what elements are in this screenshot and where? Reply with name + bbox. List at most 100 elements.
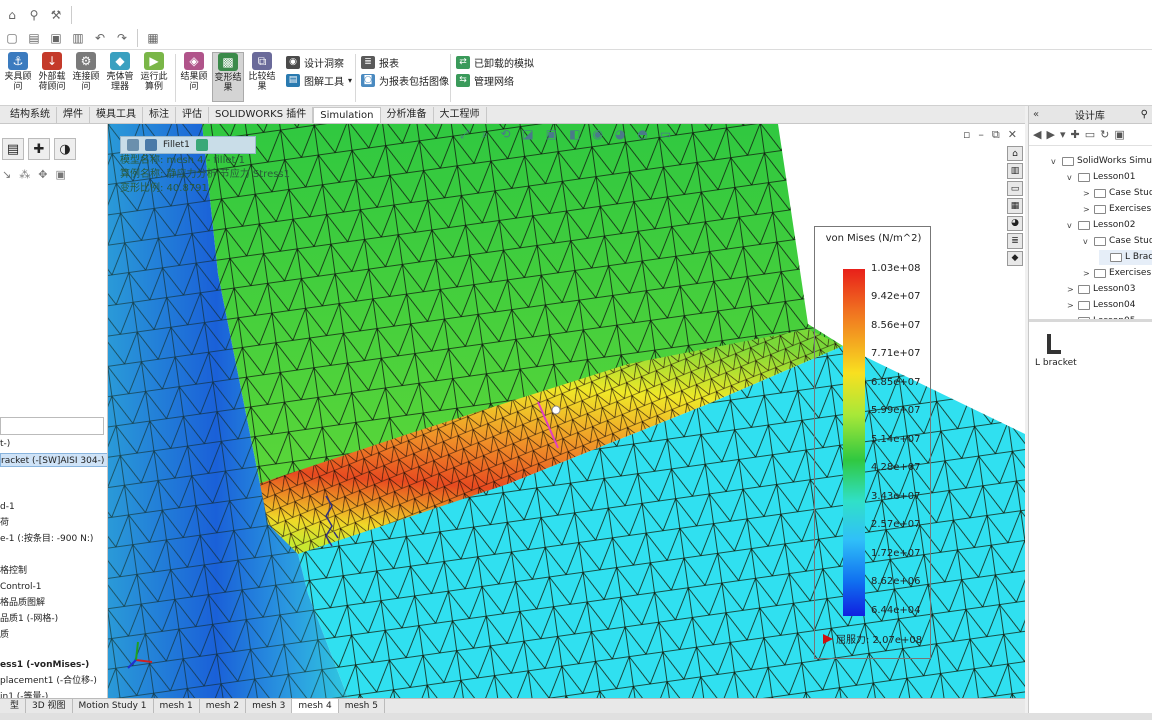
- toggle-icon[interactable]: v: [1067, 170, 1075, 185]
- tree-node[interactable]: 荷: [0, 516, 9, 530]
- tree-node[interactable]: d-1: [0, 500, 15, 514]
- forward-icon[interactable]: ▶: [1046, 128, 1054, 141]
- tab-structure-system[interactable]: 结构系统: [4, 107, 57, 123]
- connection-advisor-button[interactable]: ⚙ 连接顾问: [70, 52, 102, 102]
- design-library-icon[interactable]: ▦: [1007, 198, 1023, 214]
- tree-node[interactable]: 格品质图解: [0, 596, 45, 610]
- tree-node[interactable]: > Lesson03: [1067, 282, 1135, 297]
- manage-network-button[interactable]: ⇆ 管理网络: [456, 72, 514, 88]
- tree-node-displacement[interactable]: placement1 (-合位移-): [0, 674, 97, 688]
- deformed-result-button[interactable]: ▩ 变形结果: [212, 52, 244, 102]
- tab-mesh-1[interactable]: mesh 1: [154, 699, 200, 713]
- options-icon[interactable]: ⚒: [46, 6, 66, 24]
- tab-markup[interactable]: 标注: [143, 107, 176, 123]
- toggle-icon[interactable]: v: [1051, 154, 1059, 169]
- display-style-icon[interactable]: ◧: [569, 127, 580, 142]
- tree-node-stress[interactable]: ess1 (-vonMises-): [0, 658, 89, 672]
- save-icon[interactable]: ▣: [46, 29, 66, 47]
- tab-evaluate[interactable]: 评估: [176, 107, 209, 123]
- property-manager-icon[interactable]: ▤: [2, 138, 24, 160]
- tab-motion-study[interactable]: Motion Study 1: [73, 699, 154, 713]
- fixture-advisor-button[interactable]: ⚓ 夹具顾问: [2, 52, 34, 102]
- toggle-icon[interactable]: >: [1083, 186, 1091, 201]
- redo-icon[interactable]: ↷: [112, 29, 132, 47]
- toggle-icon[interactable]: >: [1083, 202, 1091, 217]
- filter-icon[interactable]: ▣: [55, 168, 65, 186]
- toggle-icon[interactable]: >: [1083, 266, 1091, 281]
- probe-point[interactable]: [551, 405, 561, 415]
- tree-node-force[interactable]: e-1 (:按条目: -900 N:): [0, 532, 93, 546]
- results-advisor-button[interactable]: ◈ 结果顾问: [178, 52, 210, 102]
- offloaded-simulation-button[interactable]: ⇄ 已卸载的模拟: [456, 54, 534, 70]
- tab-weldments[interactable]: 焊件: [57, 107, 90, 123]
- graphics-viewport[interactable]: Fillet1 模型名称: mesh 4 - fillet 1 算例名称: 静应…: [108, 124, 1025, 698]
- view-settings-icon[interactable]: ▭: [660, 127, 671, 142]
- custom-properties-icon[interactable]: ≣: [1007, 233, 1023, 249]
- close-icon[interactable]: ✕: [1008, 128, 1017, 142]
- back-icon[interactable]: ◀: [1033, 128, 1041, 141]
- undo-icon[interactable]: ↶: [90, 29, 110, 47]
- tab-mesh-3[interactable]: mesh 3: [246, 699, 293, 713]
- zoom-area-icon[interactable]: ⌕: [482, 127, 489, 142]
- chevron-down-icon[interactable]: ▾: [1060, 128, 1066, 141]
- add-location-icon[interactable]: ✚: [1070, 128, 1079, 141]
- refresh-icon[interactable]: ↻: [1100, 128, 1109, 141]
- tree-node[interactable]: t-): [0, 437, 10, 451]
- tree-node[interactable]: > Exercises: [1083, 202, 1151, 217]
- tab-mesh-5[interactable]: mesh 5: [339, 699, 385, 713]
- toggle-icon[interactable]: >: [1067, 282, 1075, 297]
- tab-mesh-4[interactable]: mesh 4: [292, 699, 339, 713]
- display-manager-icon[interactable]: ◑: [54, 138, 76, 160]
- toggle-icon[interactable]: >: [1067, 314, 1075, 319]
- tab-engineer[interactable]: 大工程师: [434, 107, 487, 123]
- tree-node[interactable]: > Exercises: [1083, 266, 1151, 281]
- lock-icon[interactable]: ▣: [1114, 128, 1124, 141]
- configuration-icon[interactable]: ✚: [28, 138, 50, 160]
- pin-icon[interactable]: ⚲: [1141, 109, 1148, 120]
- toggle-icon[interactable]: v: [1067, 218, 1075, 233]
- toolbox-icon[interactable]: ◆: [1007, 250, 1023, 266]
- shell-manager-button[interactable]: ◆ 壳体管理器: [104, 52, 136, 102]
- tab-mold-tools[interactable]: 模具工具: [90, 107, 143, 123]
- tree-node[interactable]: 格控制: [0, 564, 27, 578]
- stress-legend[interactable]: von Mises (N/m^2) 1.03e+08 9.42e+07 8.56…: [814, 226, 931, 659]
- new-folder-icon[interactable]: ▭: [1085, 128, 1095, 141]
- tab-analysis-prep[interactable]: 分析准备: [381, 107, 434, 123]
- hide-show-icon[interactable]: ◉: [592, 127, 602, 142]
- tree-node-selected[interactable]: L Brac: [1099, 250, 1152, 265]
- minimize-icon[interactable]: –: [978, 128, 984, 142]
- zoom-fit-icon[interactable]: ⤢: [460, 127, 470, 142]
- tree-node-strain[interactable]: in1 (-等量-): [0, 690, 48, 698]
- tab-model[interactable]: 型: [4, 699, 27, 713]
- design-insight-button[interactable]: ◉ 设计洞察: [286, 54, 344, 70]
- tree-node[interactable]: v Lesson02: [1067, 218, 1135, 233]
- toggle-icon[interactable]: v: [1083, 234, 1091, 249]
- appearances-icon[interactable]: ◕: [1007, 215, 1023, 232]
- plot-tools-button[interactable]: ▤ 图解工具 ▾: [286, 72, 352, 88]
- view-orientation-icon[interactable]: ▣: [546, 127, 557, 142]
- compare-results-button[interactable]: ⧉ 比较结果: [246, 52, 278, 102]
- previous-view-icon[interactable]: ⟲: [500, 127, 510, 142]
- open-icon[interactable]: ▤: [24, 29, 44, 47]
- tree-node[interactable]: v Case Stud: [1083, 234, 1152, 249]
- tile-icon[interactable]: ⧉: [992, 128, 1000, 142]
- arrow-icon[interactable]: ↘: [2, 168, 11, 186]
- report-button[interactable]: ≣ 报表: [361, 54, 399, 70]
- tree-node[interactable]: Control-1: [0, 580, 42, 594]
- viewport-breadcrumb[interactable]: Fillet1: [120, 136, 256, 154]
- rebuild-icon[interactable]: ▦: [143, 29, 163, 47]
- tree-node[interactable]: v SolidWorks Simulat: [1051, 154, 1152, 169]
- restore-icon[interactable]: ▫: [963, 128, 970, 142]
- tab-solidworks-addins[interactable]: SOLIDWORKS 插件: [209, 107, 314, 123]
- external-load-advisor-button[interactable]: ↓ 外部载荷顾问: [36, 52, 68, 102]
- tree-node[interactable]: v Lesson01: [1067, 170, 1135, 185]
- print-icon[interactable]: ▥: [68, 29, 88, 47]
- chevron-down-icon[interactable]: ▾: [348, 76, 352, 85]
- tab-mesh-2[interactable]: mesh 2: [200, 699, 247, 713]
- tree-node[interactable]: > Lesson04: [1067, 298, 1135, 313]
- scene-icon[interactable]: ◓: [637, 127, 647, 142]
- tab-simulation[interactable]: Simulation: [313, 107, 381, 123]
- library-file-item[interactable]: L bracket: [1035, 334, 1095, 368]
- tree-node-part[interactable]: racket (-[SW]AISI 304-): [0, 453, 107, 467]
- move-icon[interactable]: ✥: [38, 168, 47, 186]
